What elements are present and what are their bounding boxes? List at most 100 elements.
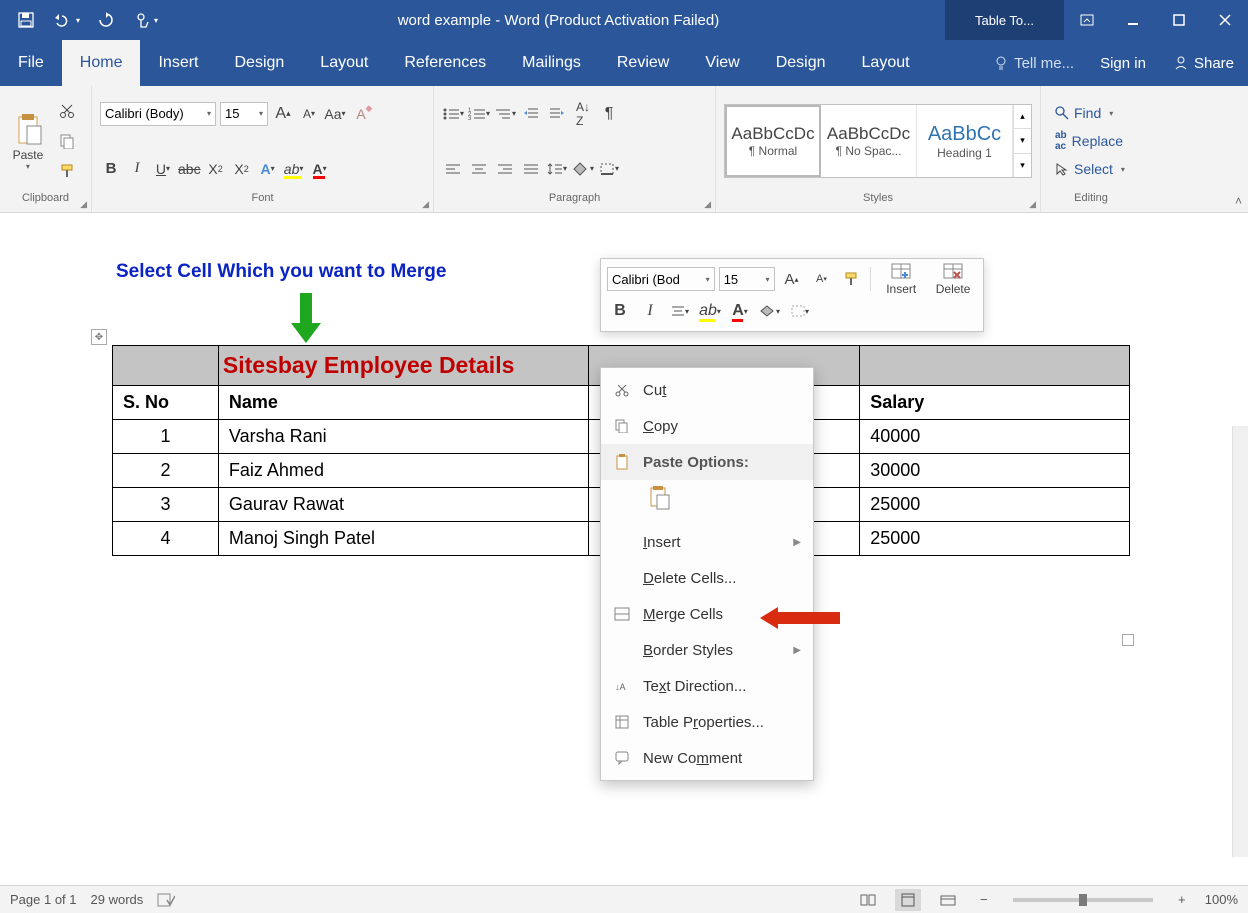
decrease-indent-button[interactable] xyxy=(520,102,542,126)
increase-indent-button[interactable] xyxy=(546,102,568,126)
tell-me-search[interactable]: Tell me... xyxy=(982,55,1086,72)
mini-italic[interactable]: I xyxy=(637,298,663,324)
sign-in-button[interactable]: Sign in xyxy=(1086,55,1160,72)
mini-shading[interactable]: ▾ xyxy=(757,298,783,324)
shrink-font-button[interactable]: A▾ xyxy=(298,102,320,126)
gallery-up-button[interactable]: ▴ xyxy=(1014,105,1031,128)
styles-dialog-launcher[interactable]: ◢ xyxy=(1029,199,1036,210)
justify-button[interactable] xyxy=(520,157,542,181)
undo-button[interactable]: ▾ xyxy=(46,0,86,40)
tab-insert[interactable]: Insert xyxy=(140,40,216,86)
col-header-name[interactable]: Name xyxy=(218,386,588,420)
paragraph-dialog-launcher[interactable]: ◢ xyxy=(704,199,711,210)
grow-font-button[interactable]: A▴ xyxy=(272,102,294,126)
superscript-button[interactable]: X2 xyxy=(231,157,253,181)
shading-button[interactable]: ▾ xyxy=(572,157,594,181)
table-title[interactable]: Sitesbay Employee Details xyxy=(218,346,588,386)
tab-view[interactable]: View xyxy=(687,40,757,86)
clear-formatting-button[interactable]: A◆ xyxy=(350,102,372,126)
tab-table-layout[interactable]: Layout xyxy=(844,40,928,86)
mini-font-color[interactable]: A▾ xyxy=(727,298,753,324)
table-tools-tab[interactable]: Table To... xyxy=(945,0,1064,40)
page-indicator[interactable]: Page 1 of 1 xyxy=(10,892,77,907)
touch-mode-button[interactable]: ▾ xyxy=(126,0,166,40)
menu-border-styles[interactable]: Border Styles ▶ xyxy=(601,632,813,668)
font-name-input[interactable]: Calibri (Body)▾ xyxy=(100,102,216,126)
paste-keep-source[interactable] xyxy=(645,484,673,512)
align-center-button[interactable] xyxy=(468,157,490,181)
ribbon-display-options[interactable] xyxy=(1064,0,1110,40)
change-case-button[interactable]: Aa▾ xyxy=(324,102,346,126)
mini-format-painter[interactable] xyxy=(838,266,864,292)
borders-button[interactable]: ▾ xyxy=(598,157,620,181)
menu-table-properties[interactable]: Table Properties... xyxy=(601,704,813,740)
spellcheck-icon[interactable] xyxy=(157,892,175,908)
mini-bold[interactable]: B xyxy=(607,298,633,324)
align-left-button[interactable] xyxy=(442,157,464,181)
styles-gallery[interactable]: AaBbCcDc ¶ Normal AaBbCcDc ¶ No Spac... … xyxy=(724,104,1032,178)
bold-button[interactable]: B xyxy=(100,157,122,181)
font-color-button[interactable]: A▾ xyxy=(309,157,331,181)
style-normal[interactable]: AaBbCcDc ¶ Normal xyxy=(725,105,821,177)
show-marks-button[interactable]: ¶ xyxy=(598,102,620,126)
multilevel-list-button[interactable]: ▾ xyxy=(494,102,516,126)
mini-shrink-font[interactable]: A▾ xyxy=(808,266,834,292)
align-right-button[interactable] xyxy=(494,157,516,181)
tab-layout[interactable]: Layout xyxy=(302,40,386,86)
menu-insert[interactable]: Insert ▶ xyxy=(601,524,813,560)
tab-references[interactable]: References xyxy=(386,40,504,86)
mini-font-name[interactable]: Calibri (Bod▾ xyxy=(607,267,715,291)
share-button[interactable]: Share xyxy=(1160,55,1248,72)
mini-delete-button[interactable]: Delete xyxy=(929,263,977,296)
gallery-down-button[interactable]: ▾ xyxy=(1014,128,1031,152)
zoom-level[interactable]: 100% xyxy=(1205,892,1238,907)
find-button[interactable]: Find▾ xyxy=(1049,100,1133,126)
format-painter-button[interactable] xyxy=(56,159,78,183)
font-size-input[interactable]: 15▾ xyxy=(220,102,268,126)
zoom-in-button[interactable]: + xyxy=(1173,892,1191,907)
underline-button[interactable]: U▾ xyxy=(152,157,174,181)
numbering-button[interactable]: 123▾ xyxy=(468,102,490,126)
word-count[interactable]: 29 words xyxy=(91,892,144,907)
paste-split-button[interactable]: Paste ▾ xyxy=(13,90,44,192)
tab-review[interactable]: Review xyxy=(599,40,687,86)
save-button[interactable] xyxy=(6,0,46,40)
sort-button[interactable]: A↓Z xyxy=(572,102,594,126)
tab-table-design[interactable]: Design xyxy=(758,40,844,86)
read-mode-button[interactable] xyxy=(855,889,881,911)
table-resize-handle[interactable] xyxy=(1122,634,1134,646)
menu-copy[interactable]: Copy xyxy=(601,408,813,444)
menu-delete-cells[interactable]: Delete Cells... xyxy=(601,560,813,596)
zoom-out-button[interactable]: − xyxy=(975,892,993,907)
tab-file[interactable]: File xyxy=(0,40,62,86)
col-header-sno[interactable]: S. No xyxy=(113,386,219,420)
style-heading-1[interactable]: AaBbCc Heading 1 xyxy=(917,105,1013,177)
mini-borders[interactable]: ▾ xyxy=(787,298,813,324)
replace-button[interactable]: abacReplace xyxy=(1049,128,1133,154)
strikethrough-button[interactable]: abc xyxy=(178,157,201,181)
text-effects-button[interactable]: A▾ xyxy=(257,157,279,181)
tab-mailings[interactable]: Mailings xyxy=(504,40,599,86)
web-layout-button[interactable] xyxy=(935,889,961,911)
table-move-handle[interactable]: ✥ xyxy=(91,329,107,345)
print-layout-button[interactable] xyxy=(895,889,921,911)
mini-grow-font[interactable]: A▴ xyxy=(779,266,805,292)
clipboard-dialog-launcher[interactable]: ◢ xyxy=(80,199,87,210)
mini-font-size[interactable]: 15▾ xyxy=(719,267,775,291)
tab-home[interactable]: Home xyxy=(62,40,141,86)
menu-text-direction[interactable]: ↓A Text Direction... xyxy=(601,668,813,704)
highlight-button[interactable]: ab▾ xyxy=(283,157,305,181)
menu-cut[interactable]: Cut xyxy=(601,372,813,408)
mini-insert-button[interactable]: Insert xyxy=(877,263,925,296)
bullets-button[interactable]: ▾ xyxy=(442,102,464,126)
select-button[interactable]: Select▾ xyxy=(1049,156,1133,182)
style-no-spacing[interactable]: AaBbCcDc ¶ No Spac... xyxy=(821,105,917,177)
tab-design[interactable]: Design xyxy=(216,40,302,86)
italic-button[interactable]: I xyxy=(126,157,148,181)
close-button[interactable] xyxy=(1202,0,1248,40)
gallery-more-button[interactable]: ▾ xyxy=(1014,153,1031,177)
collapse-ribbon-button[interactable]: ˄ xyxy=(1235,194,1242,208)
copy-button[interactable] xyxy=(56,129,78,153)
vertical-scrollbar[interactable] xyxy=(1232,426,1248,857)
cut-button[interactable] xyxy=(56,99,78,123)
